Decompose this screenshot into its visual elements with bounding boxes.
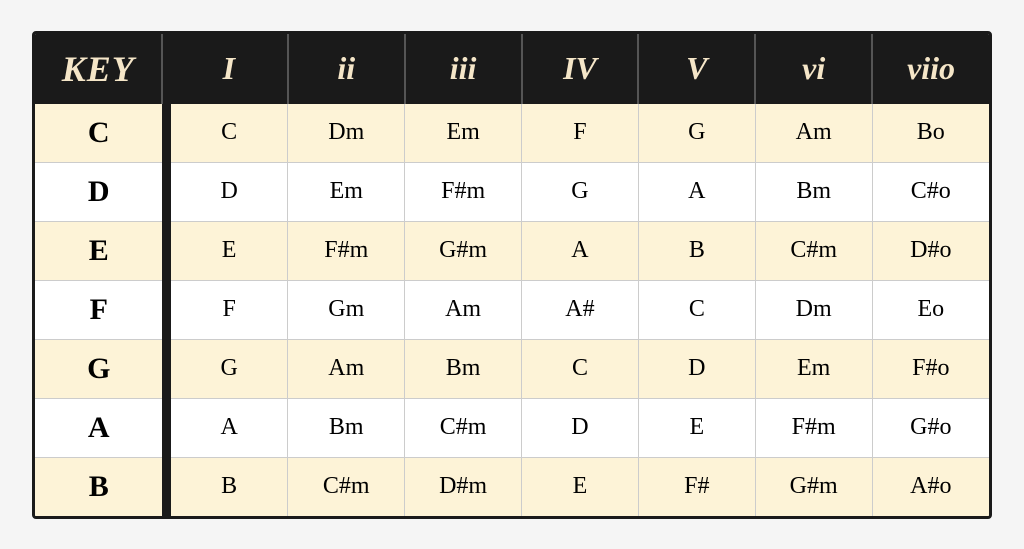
table-row: GGAmBmCDEmF#o — [35, 339, 989, 398]
chord-cell-V: B — [638, 221, 755, 280]
divider-cell — [162, 280, 170, 339]
col-I-header: I — [171, 34, 288, 104]
table-row: CCDmEmFGAmBo — [35, 104, 989, 163]
chord-cell-ii: F#m — [288, 221, 405, 280]
table-row: DDEmF#mGABmC#o — [35, 162, 989, 221]
table-row: EEF#mG#mABC#mD#o — [35, 221, 989, 280]
chord-cell-viio: D#o — [872, 221, 989, 280]
chord-cell-vi: Dm — [755, 280, 872, 339]
col-V-header: V — [638, 34, 755, 104]
chord-table-wrapper: KEY I ii iii IV V vi viio CCDmEmFGAmBoDD… — [32, 31, 992, 519]
chord-cell-V: F# — [638, 457, 755, 516]
divider-cell — [162, 339, 170, 398]
chord-cell-ii: Dm — [288, 104, 405, 163]
chord-cell-IV: E — [522, 457, 639, 516]
chord-cell-IV: D — [522, 398, 639, 457]
chord-cell-iii: G#m — [405, 221, 522, 280]
chord-cell-vi: C#m — [755, 221, 872, 280]
chord-cell-viio: A#o — [872, 457, 989, 516]
divider-cell — [162, 104, 170, 163]
chord-cell-I: D — [171, 162, 288, 221]
chord-cell-V: C — [638, 280, 755, 339]
chord-cell-I: A — [171, 398, 288, 457]
chord-cell-I: C — [171, 104, 288, 163]
chord-cell-viio: Bo — [872, 104, 989, 163]
chord-cell-V: E — [638, 398, 755, 457]
col-ii-header: ii — [288, 34, 405, 104]
key-cell: A — [35, 398, 162, 457]
chord-cell-ii: Gm — [288, 280, 405, 339]
chord-cell-V: A — [638, 162, 755, 221]
chord-cell-IV: A# — [522, 280, 639, 339]
divider-cell — [162, 221, 170, 280]
chord-cell-IV: A — [522, 221, 639, 280]
chord-cell-vi: F#m — [755, 398, 872, 457]
col-vi-header: vi — [755, 34, 872, 104]
table-row: AABmC#mDEF#mG#o — [35, 398, 989, 457]
header-row: KEY I ii iii IV V vi viio — [35, 34, 989, 104]
chord-cell-I: F — [171, 280, 288, 339]
divider-header — [162, 34, 170, 104]
key-cell: F — [35, 280, 162, 339]
chord-cell-IV: C — [522, 339, 639, 398]
col-IV-header: IV — [522, 34, 639, 104]
chord-cell-iii: Bm — [405, 339, 522, 398]
chord-cell-ii: Am — [288, 339, 405, 398]
chord-cell-I: B — [171, 457, 288, 516]
key-cell: C — [35, 104, 162, 163]
chord-cell-viio: Eo — [872, 280, 989, 339]
chord-cell-viio: G#o — [872, 398, 989, 457]
key-cell: B — [35, 457, 162, 516]
key-column-header: KEY — [35, 34, 162, 104]
key-cell: D — [35, 162, 162, 221]
divider-cell — [162, 162, 170, 221]
col-iii-header: iii — [405, 34, 522, 104]
chord-cell-IV: G — [522, 162, 639, 221]
chord-cell-iii: C#m — [405, 398, 522, 457]
chord-cell-I: E — [171, 221, 288, 280]
chord-cell-ii: C#m — [288, 457, 405, 516]
chord-cell-viio: C#o — [872, 162, 989, 221]
table-row: FFGmAmA#CDmEo — [35, 280, 989, 339]
chord-table: KEY I ii iii IV V vi viio CCDmEmFGAmBoDD… — [35, 34, 989, 516]
chord-cell-ii: Bm — [288, 398, 405, 457]
col-viio-header: viio — [872, 34, 989, 104]
chord-cell-iii: Am — [405, 280, 522, 339]
chord-cell-vi: Bm — [755, 162, 872, 221]
chord-cell-vi: Am — [755, 104, 872, 163]
chord-cell-vi: Em — [755, 339, 872, 398]
chord-cell-IV: F — [522, 104, 639, 163]
chord-cell-iii: D#m — [405, 457, 522, 516]
chord-cell-vi: G#m — [755, 457, 872, 516]
chord-cell-viio: F#o — [872, 339, 989, 398]
divider-cell — [162, 457, 170, 516]
chord-cell-V: D — [638, 339, 755, 398]
divider-cell — [162, 398, 170, 457]
chord-cell-iii: Em — [405, 104, 522, 163]
chord-cell-iii: F#m — [405, 162, 522, 221]
table-row: BBC#mD#mEF#G#mA#o — [35, 457, 989, 516]
key-cell: E — [35, 221, 162, 280]
chord-cell-V: G — [638, 104, 755, 163]
key-cell: G — [35, 339, 162, 398]
chord-cell-ii: Em — [288, 162, 405, 221]
chord-cell-I: G — [171, 339, 288, 398]
